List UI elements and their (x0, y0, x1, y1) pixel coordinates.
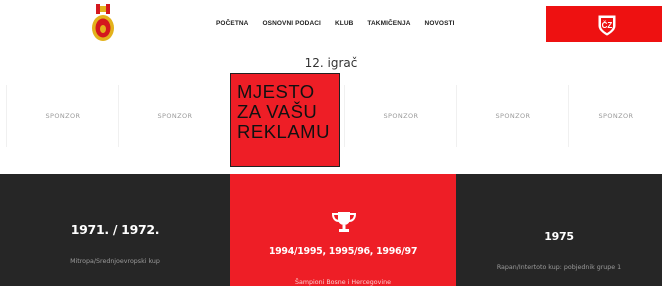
achievement-caption: Mitropa/Srednjoevropski kup (70, 258, 160, 265)
club-crest-logo[interactable] (90, 4, 116, 42)
achievement-caption: Šampioni Bosne i Hercegovine (295, 279, 391, 286)
nav-link-klub[interactable]: KLUB (335, 20, 353, 27)
sponsor-slot[interactable]: SPONZOR (118, 85, 231, 147)
nav-link-takmicenja[interactable]: TAKMIČENJA (367, 20, 410, 27)
sponsor-row: SPONZOR SPONZOR MJESTO ZA VAŠU REKLAMU S… (0, 73, 662, 169)
achievement-card: 1994/1995, 1995/96, 1996/97 Šampioni Bos… (230, 174, 456, 286)
ad-line: ZA VAŠU (237, 101, 318, 122)
sponsor-slot[interactable]: SPONZOR (6, 85, 119, 147)
sponsor-slot[interactable]: SPONZOR (568, 85, 662, 147)
sponsor-slot[interactable]: SPONZOR (344, 85, 457, 147)
main-nav: POČETNA OSNOVNI PODACI KLUB TAKMIČENJA N… (216, 20, 455, 27)
achievement-value: 1971. / 1972. (70, 222, 160, 237)
achievement-caption: Rapan/Intertoto kup: pobjednik grupe 1 (496, 264, 622, 271)
nav-link-pocetna[interactable]: POČETNA (216, 20, 248, 27)
nav-link-osnovni-podaci[interactable]: OSNOVNI PODACI (262, 20, 320, 27)
ad-line: REKLAMU (237, 121, 330, 142)
section-title: 12. igrač (304, 56, 358, 70)
achievement-value: 1975 (544, 230, 574, 243)
ad-placeholder[interactable]: MJESTO ZA VAŠU REKLAMU (230, 73, 340, 167)
cz-logo-text: ČZ (602, 21, 613, 30)
achievement-card: 1975 Rapan/Intertoto kup: pobjednik grup… (456, 174, 662, 286)
site-header: POČETNA OSNOVNI PODACI KLUB TAKMIČENJA N… (0, 0, 662, 48)
nav-link-novosti[interactable]: NOVOSTI (425, 20, 455, 27)
cz-logo-banner[interactable]: ČZ (546, 6, 662, 42)
achievement-card: 1971. / 1972. Mitropa/Srednjoevropski ku… (0, 174, 230, 286)
sponsor-slot[interactable]: SPONZOR (456, 85, 569, 147)
trophy-icon (331, 212, 357, 232)
achievements-section: 1971. / 1972. Mitropa/Srednjoevropski ku… (0, 174, 662, 286)
cz-shield-logo: ČZ (598, 15, 616, 36)
achievement-value: 1994/1995, 1995/96, 1996/97 (268, 246, 418, 257)
ad-line: MJESTO (237, 81, 315, 102)
